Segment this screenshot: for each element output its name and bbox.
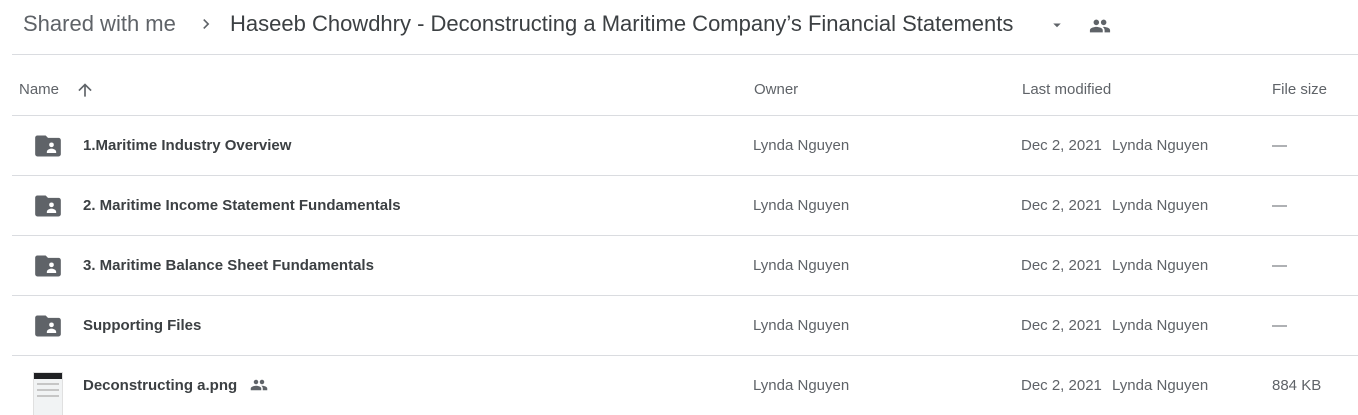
file-name: 2. Maritime Income Statement Fundamental…	[83, 197, 401, 214]
file-row[interactable]: 3. Maritime Balance Sheet Fundamentals L…	[12, 236, 1358, 296]
file-name: 3. Maritime Balance Sheet Fundamentals	[83, 257, 374, 274]
arrow-upward-icon[interactable]	[75, 80, 95, 100]
file-modified-date: Dec 2, 2021	[1021, 257, 1102, 274]
file-row[interactable]: Deconstructing a.png Lynda Nguyen Dec 2,…	[12, 356, 1358, 415]
file-owner: Lynda Nguyen	[753, 377, 850, 394]
file-name: 1.Maritime Industry Overview	[83, 137, 292, 154]
shared-folder-icon	[35, 195, 61, 217]
people-icon	[250, 379, 268, 391]
people-icon	[1089, 19, 1111, 33]
file-owner: Lynda Nguyen	[753, 317, 850, 334]
image-thumbnail-icon	[33, 372, 63, 415]
drive-file-browser: Shared with me Haseeb Chowdhry - Deconst…	[0, 0, 1358, 415]
file-size: —	[1272, 137, 1287, 154]
file-row[interactable]: 1.Maritime Industry Overview Lynda Nguye…	[12, 116, 1358, 176]
file-modified-date: Dec 2, 2021	[1021, 137, 1102, 154]
chevron-right-icon	[203, 19, 210, 29]
file-list: 1.Maritime Industry Overview Lynda Nguye…	[12, 116, 1358, 415]
file-name: Supporting Files	[83, 317, 202, 334]
shared-folder-icon	[35, 315, 61, 337]
file-size: —	[1272, 197, 1287, 214]
breadcrumb: Shared with me Haseeb Chowdhry - Deconst…	[0, 0, 1358, 54]
file-size: —	[1272, 317, 1287, 334]
file-modified-date: Dec 2, 2021	[1021, 197, 1102, 214]
column-header-name[interactable]: Name	[19, 82, 59, 98]
shared-folder-icon	[35, 255, 61, 277]
file-modified-date: Dec 2, 2021	[1021, 317, 1102, 334]
file-modified-date: Dec 2, 2021	[1021, 377, 1102, 394]
file-size: —	[1272, 257, 1287, 274]
breadcrumb-current-folder[interactable]: Haseeb Chowdhry - Deconstructing a Marit…	[230, 12, 1013, 36]
file-modified-by: Lynda Nguyen	[1112, 197, 1209, 214]
breadcrumb-shared-with-me[interactable]: Shared with me	[23, 12, 176, 36]
file-row[interactable]: Supporting Files Lynda Nguyen Dec 2, 202…	[12, 296, 1358, 356]
file-size: 884 KB	[1272, 377, 1322, 394]
file-owner: Lynda Nguyen	[753, 257, 850, 274]
shared-folder-icon	[35, 135, 61, 157]
file-modified-by: Lynda Nguyen	[1112, 257, 1209, 274]
column-header-row: Name Owner Last modified File size	[12, 55, 1358, 116]
file-modified-by: Lynda Nguyen	[1112, 317, 1209, 334]
file-name: Deconstructing a.png	[83, 377, 238, 394]
arrow-drop-down-icon[interactable]	[1048, 16, 1066, 34]
file-modified-by: Lynda Nguyen	[1112, 377, 1209, 394]
file-row[interactable]: 2. Maritime Income Statement Fundamental…	[12, 176, 1358, 236]
file-modified-by: Lynda Nguyen	[1112, 137, 1209, 154]
column-header-owner: Owner	[754, 81, 799, 98]
file-owner: Lynda Nguyen	[753, 137, 850, 154]
file-owner: Lynda Nguyen	[753, 197, 850, 214]
column-header-file-size: File size	[1272, 81, 1328, 98]
column-header-last-modified[interactable]: Last modified	[1022, 82, 1111, 98]
